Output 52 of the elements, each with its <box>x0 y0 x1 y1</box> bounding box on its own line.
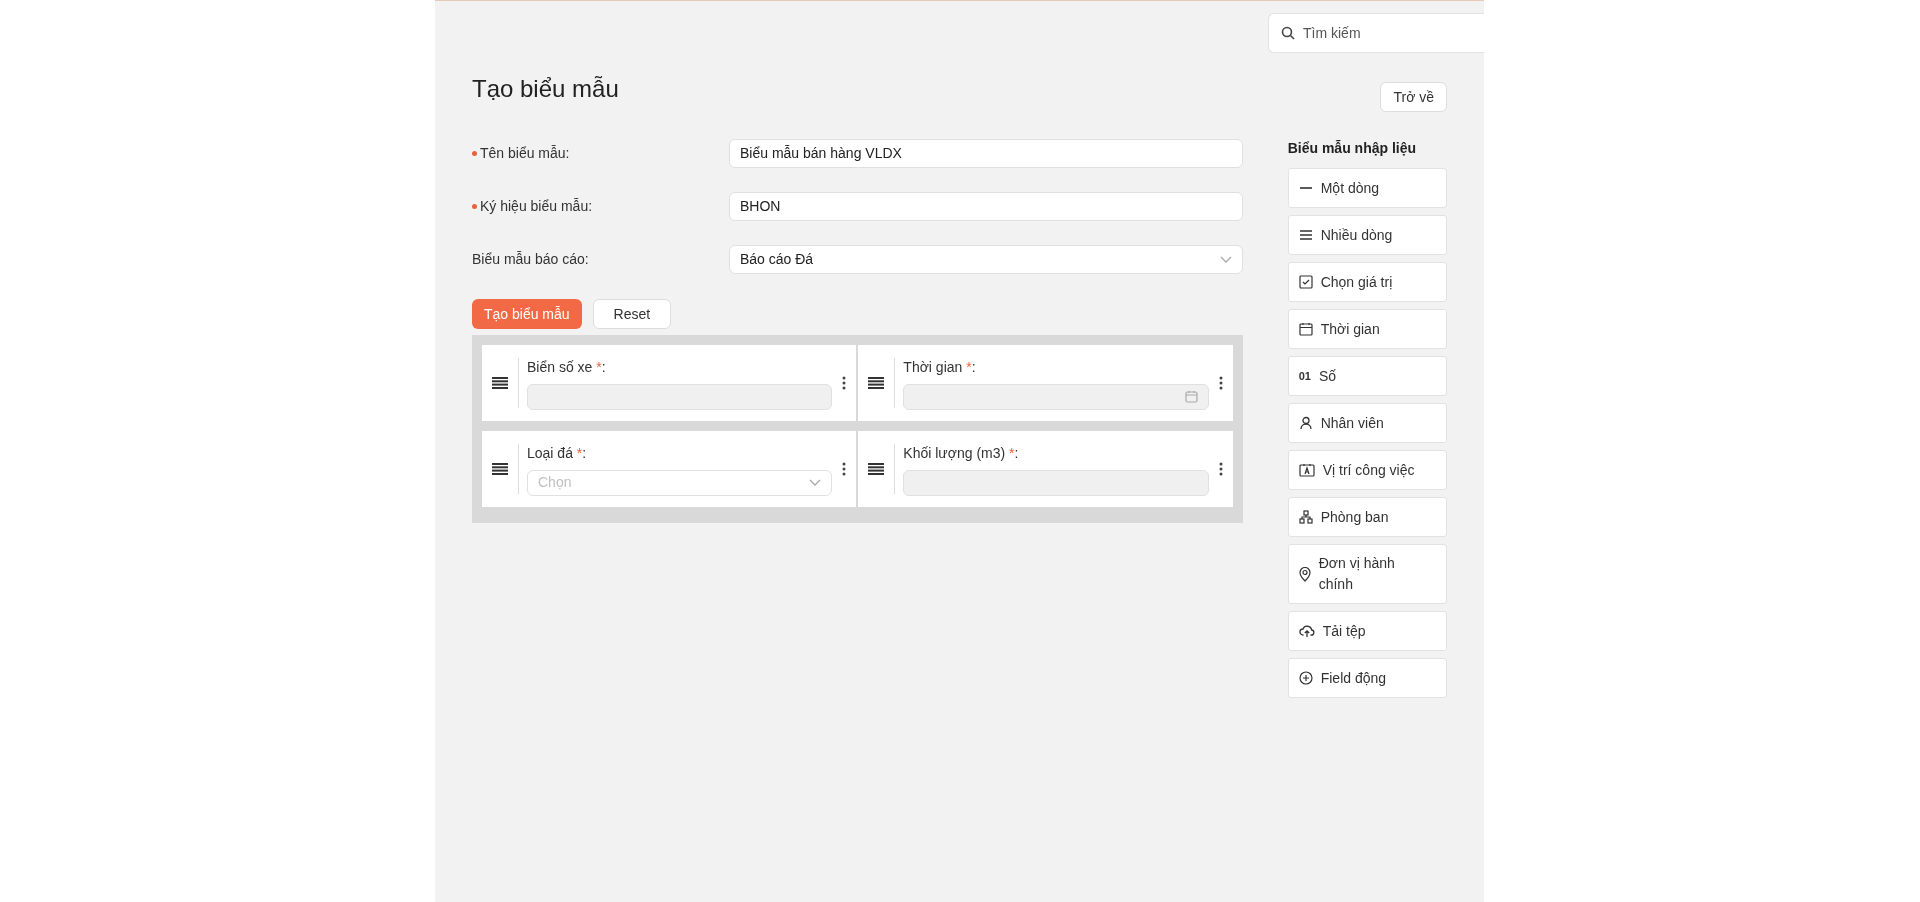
input-field[interactable]: BHON <box>729 192 1243 221</box>
reset-button[interactable]: Reset <box>592 299 672 329</box>
palette-item[interactable]: Vị trí công việc <box>1287 450 1447 490</box>
menu-icon <box>1298 228 1313 242</box>
location-pin-icon <box>1298 566 1311 582</box>
back-button[interactable]: Trở về <box>1380 82 1447 112</box>
input-field[interactable] <box>903 469 1209 496</box>
field-label: Tên biểu mẫu: <box>480 144 570 163</box>
input-field[interactable]: Biểu mẫu bán hàng VLDX <box>729 139 1243 168</box>
hierarchy-icon <box>1298 510 1313 524</box>
page-title: Tạo biểu mẫu <box>472 74 619 104</box>
person-icon <box>1298 416 1313 430</box>
more-icon[interactable] <box>842 376 847 390</box>
palette-item[interactable]: Đơn vị hành chính <box>1287 544 1447 604</box>
checkbox-icon <box>1298 275 1313 289</box>
chevron-down-icon <box>1219 255 1232 264</box>
search-input: Tìm kiếm <box>1303 22 1463 44</box>
palette-item[interactable]: 01 Số <box>1287 356 1447 396</box>
palette-item[interactable]: Nhân viên <box>1287 403 1447 443</box>
cloud-upload-icon <box>1298 624 1315 638</box>
date-field[interactable] <box>903 383 1209 410</box>
more-icon[interactable] <box>1218 376 1223 390</box>
field-label: Biểu mẫu báo cáo: <box>472 250 589 269</box>
number-icon: 01 <box>1298 367 1311 385</box>
palette-item[interactable]: Thời gian <box>1287 309 1447 349</box>
field-label: Khối lượng (m3) *: <box>903 443 1019 463</box>
field-label: Loại đá *: <box>527 443 587 463</box>
plus-circle-icon <box>1298 671 1313 685</box>
palette-item[interactable]: Nhiều dòng <box>1287 215 1447 255</box>
input-field[interactable] <box>527 383 833 410</box>
field-label: Thời gian *: <box>903 357 976 377</box>
field-label: Ký hiệu biểu mẫu: <box>480 197 593 216</box>
palette-title: Biểu mẫu nhập liệu <box>1287 139 1417 158</box>
calendar-icon <box>1184 390 1198 403</box>
drag-handle-icon[interactable] <box>868 463 885 475</box>
more-icon[interactable] <box>1218 462 1223 476</box>
palette-item[interactable]: Tải tệp <box>1287 611 1447 651</box>
palette-item[interactable]: Phòng ban <box>1287 497 1447 537</box>
drag-handle-icon[interactable] <box>492 377 508 389</box>
calendar-icon <box>1298 322 1313 336</box>
palette-item[interactable]: Một dòng <box>1287 168 1447 208</box>
select-field[interactable]: Báo cáo Đá <box>729 245 1243 274</box>
field-label: Biển số xe *: <box>527 357 606 377</box>
drag-handle-icon[interactable] <box>868 377 885 389</box>
id-card-icon <box>1298 463 1315 477</box>
more-icon[interactable] <box>842 462 847 476</box>
drag-handle-icon[interactable] <box>492 463 508 475</box>
search-field[interactable]: Tìm kiếm <box>1268 13 1484 53</box>
chevron-down-icon <box>809 478 822 487</box>
palette-item[interactable]: Field động <box>1287 658 1447 698</box>
palette-item[interactable]: Chọn giá trị <box>1287 262 1447 302</box>
search-icon <box>1281 26 1295 40</box>
